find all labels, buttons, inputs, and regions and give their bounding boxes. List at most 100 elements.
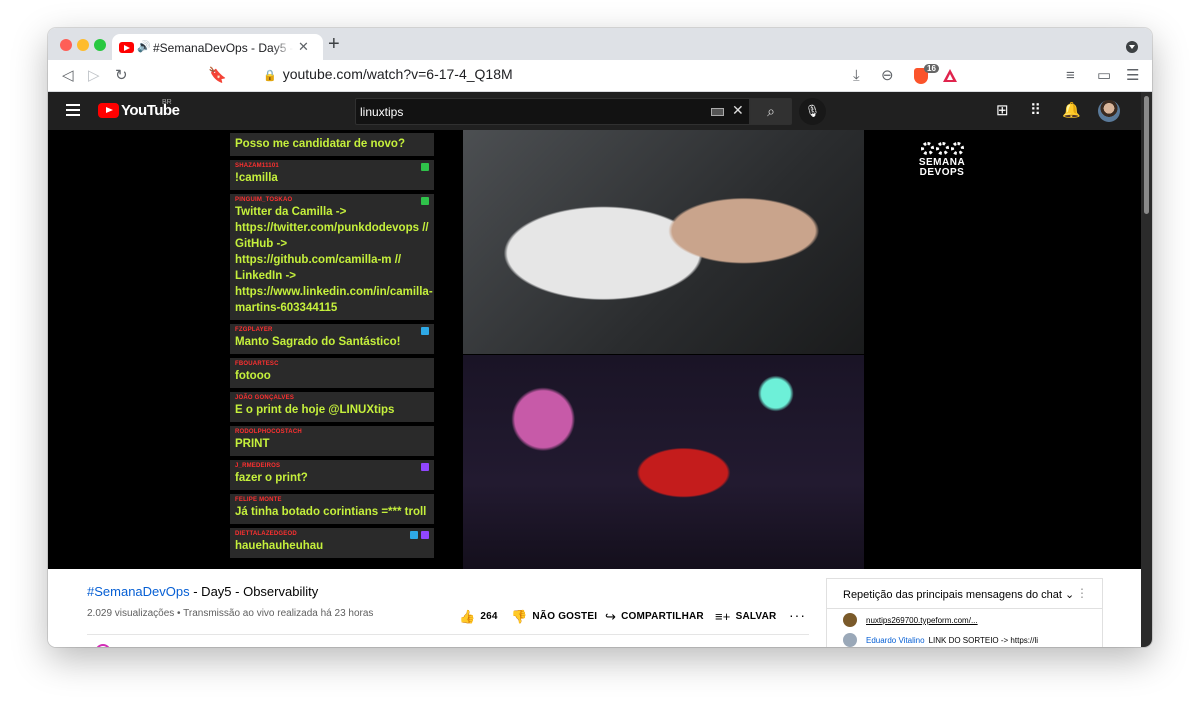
apps-grid-icon[interactable]: ⠿ bbox=[1030, 102, 1041, 120]
sub-badge-icon bbox=[421, 531, 429, 539]
chat-overlay-text: Posso me candidatar de novo? bbox=[235, 138, 405, 150]
voice-search-button[interactable]: 🎙 bbox=[799, 98, 826, 125]
chat-avatar bbox=[843, 633, 857, 647]
wallet-icon[interactable]: ▭ bbox=[1097, 67, 1111, 85]
divider bbox=[87, 634, 809, 635]
member-badge-icon bbox=[410, 531, 418, 539]
chat-message-text[interactable]: nuxtips269700.typeform.com/... bbox=[866, 616, 978, 625]
webcam-bottom bbox=[463, 355, 864, 569]
video-title: #SemanaDevOps - Day5 - Observability bbox=[87, 584, 318, 599]
chat-overlay-user: RODOLPHOCOSTACH bbox=[235, 429, 302, 435]
page-scrollbar[interactable] bbox=[1141, 92, 1152, 647]
chat-overlay-text: Já tinha botado corintians =*** troll bbox=[235, 506, 427, 518]
notifications-bell-icon[interactable]: 🔔 bbox=[1062, 102, 1081, 120]
chat-message: Eduardo Vitalino LINK DO SORTEIO -> https… bbox=[843, 633, 1038, 647]
url-text: youtube.com/watch?v=6-17-4_Q18M bbox=[282, 66, 513, 82]
chevron-down-icon: ⌄ bbox=[1064, 589, 1075, 601]
share-label: COMPARTILHAR bbox=[621, 611, 704, 622]
zoom-icon[interactable]: ⊖ bbox=[881, 67, 894, 85]
chat-overlay-user: JOÃO GONÇALVES bbox=[235, 395, 295, 401]
chat-more-icon[interactable]: ⋮ bbox=[1076, 586, 1088, 600]
save-button[interactable]: ≡+ SALVAR bbox=[715, 609, 776, 624]
chat-overlay-text: fotooo bbox=[235, 370, 271, 382]
chat-overlay-user: PINGUIM_TOSKAO bbox=[235, 197, 293, 203]
address-bar[interactable]: 🔒 youtube.com/watch?v=6-17-4_Q18M bbox=[263, 66, 513, 82]
chat-message-user[interactable]: Eduardo Vitalino bbox=[866, 636, 925, 645]
chat-overlay-message: FZGPLAYER Manto Sagrado do Santástico! bbox=[230, 324, 434, 354]
chat-overlay-message: JOÃO GONÇALVES E o print de hoje @LINUXti… bbox=[230, 392, 434, 422]
chat-mode-label[interactable]: Repetição das principais mensagens do ch… bbox=[843, 588, 1074, 601]
video-title-hashtag[interactable]: #SemanaDevOps bbox=[87, 584, 190, 599]
hamburger-icon[interactable] bbox=[66, 104, 80, 116]
chat-overlay-user: FBOUARTESC bbox=[235, 361, 279, 367]
reload-icon[interactable]: ↻ bbox=[115, 67, 128, 85]
minimize-window-button[interactable] bbox=[77, 39, 89, 51]
chat-overlay-user: J_RMEDEIROS bbox=[235, 463, 281, 469]
back-icon[interactable]: ◁ bbox=[62, 67, 74, 85]
youtube-page: YouTube BR ✕ ⌕ 🎙 ⊞ ⠿ 🔔 Posso me candidat… bbox=[48, 92, 1141, 647]
tab-title: #SemanaDevOps - Day5 - Observability - Y… bbox=[153, 41, 293, 55]
close-tab-icon[interactable]: ✕ bbox=[298, 39, 309, 55]
chat-message-text: LINK DO SORTEIO -> https://li bbox=[928, 636, 1038, 645]
search-icon: ⌕ bbox=[767, 103, 775, 119]
chat-overlay-user: DIETTALAZEDGEOD bbox=[235, 531, 297, 537]
tab-youtube[interactable]: 🔊 #SemanaDevOps - Day5 - Observability -… bbox=[112, 34, 323, 60]
speaker-icon[interactable]: 🔊 bbox=[137, 40, 151, 53]
chat-overlay-message: Posso me candidatar de novo? bbox=[230, 133, 434, 156]
tab-search-icon[interactable] bbox=[1126, 41, 1138, 53]
chat-overlay-text: Twitter da Camilla -> https://twitter.co… bbox=[235, 206, 433, 314]
sub-badge-icon bbox=[421, 463, 429, 471]
chat-overlay-text: E o print de hoje @LINUXtips bbox=[235, 404, 395, 416]
youtube-logo-icon[interactable] bbox=[98, 103, 119, 118]
chat-overlay-message: FBOUARTESC fotooo bbox=[230, 358, 434, 388]
browser-window: 🔊 #SemanaDevOps - Day5 - Observability -… bbox=[48, 28, 1152, 647]
add-to-playlist-icon: ≡+ bbox=[715, 609, 731, 624]
chat-overlay-text: PRINT bbox=[235, 438, 270, 450]
search-button[interactable]: ⌕ bbox=[750, 98, 792, 125]
save-label: SALVAR bbox=[735, 611, 777, 622]
keyboard-icon[interactable] bbox=[711, 108, 724, 116]
chat-overlay-text: hauehauheuhau bbox=[235, 540, 324, 552]
chat-message: nuxtips269700.typeform.com/... bbox=[843, 613, 978, 627]
account-avatar[interactable] bbox=[1098, 100, 1120, 122]
thumbs-down-icon: 👎 bbox=[511, 609, 528, 624]
chat-overlay-text: !camilla bbox=[235, 172, 278, 184]
chat-overlay-user: FZGPLAYER bbox=[235, 327, 273, 333]
chat-overlay-message: RODOLPHOCOSTACH PRINT bbox=[230, 426, 434, 456]
country-code: BR bbox=[162, 99, 172, 106]
playlist-icon[interactable]: ≡ bbox=[1066, 67, 1075, 85]
search-box[interactable]: ✕ bbox=[355, 98, 750, 125]
chat-avatar bbox=[843, 613, 857, 627]
share-icon: ↪ bbox=[605, 609, 617, 624]
download-icon[interactable]: ⤓ bbox=[853, 67, 860, 85]
gears-icon bbox=[914, 142, 970, 155]
close-window-button[interactable] bbox=[60, 39, 72, 51]
create-video-icon[interactable]: ⊞ bbox=[996, 102, 1009, 120]
like-count: 264 bbox=[480, 611, 498, 622]
chat-overlay-message: DIETTALAZEDGEOD hauehauheuhau bbox=[230, 528, 434, 558]
new-tab-button[interactable]: + bbox=[328, 34, 340, 54]
more-actions-button[interactable]: ··· bbox=[789, 607, 806, 623]
like-button[interactable]: 👍 264 bbox=[459, 609, 498, 625]
video-player[interactable]: Posso me candidatar de novo? SHAZAM11101!… bbox=[48, 130, 1141, 569]
scrollbar-thumb[interactable] bbox=[1144, 96, 1149, 214]
dislike-button[interactable]: 👎 NÃO GOSTEI bbox=[511, 609, 597, 625]
chat-overlay-text: Manto Sagrado do Santástico! bbox=[235, 336, 401, 348]
bookmark-icon[interactable]: 🔖 bbox=[208, 67, 227, 85]
brave-rewards-icon[interactable] bbox=[943, 69, 957, 82]
video-info: #SemanaDevOps - Day5 - Observability 2.0… bbox=[48, 569, 1141, 647]
channel-avatar[interactable] bbox=[95, 644, 111, 647]
semana-devops-logo: SEMANA DEVOPS bbox=[914, 142, 970, 178]
clear-search-icon[interactable]: ✕ bbox=[732, 102, 744, 119]
dislike-label: NÃO GOSTEI bbox=[532, 611, 598, 622]
live-chat-header[interactable]: Repetição das principais mensagens do ch… bbox=[827, 579, 1102, 609]
menu-icon[interactable]: ☰ bbox=[1126, 67, 1139, 85]
chat-overlay-message: PINGUIM_TOSKAO Twitter da Camilla -> http… bbox=[230, 194, 434, 320]
video-title-text: - Day5 - Observability bbox=[189, 584, 319, 599]
forward-icon[interactable]: ▷ bbox=[88, 67, 100, 85]
youtube-header: YouTube BR ✕ ⌕ 🎙 ⊞ ⠿ 🔔 bbox=[48, 92, 1141, 130]
lock-icon: 🔒 bbox=[263, 70, 277, 82]
share-button[interactable]: ↪ COMPARTILHAR bbox=[605, 609, 704, 625]
zoom-window-button[interactable] bbox=[94, 39, 106, 51]
search-input[interactable] bbox=[360, 102, 700, 122]
